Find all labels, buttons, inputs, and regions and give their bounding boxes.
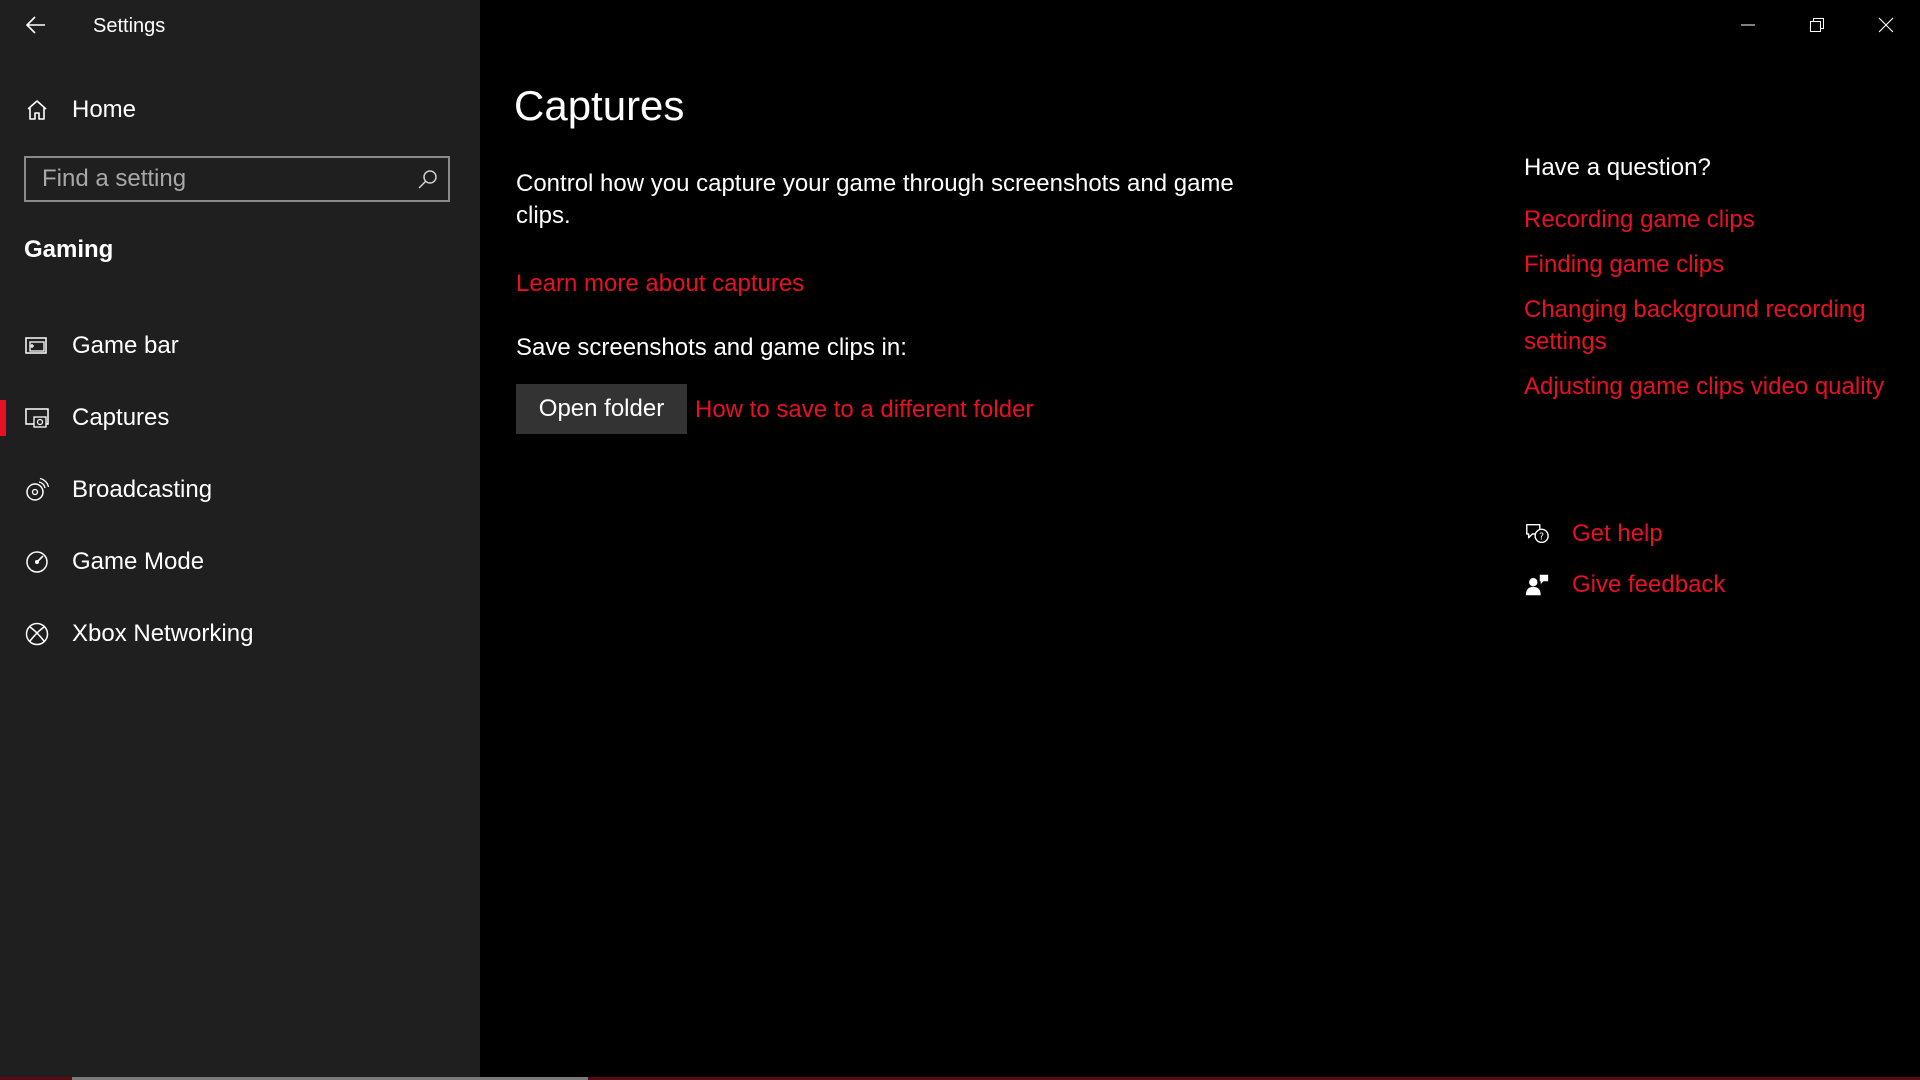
home-icon (24, 97, 50, 123)
help-link-background-recording[interactable]: Changing background recording settings (1524, 294, 1904, 358)
nav-list: Game bar Captures Broadcasting Game Mode… (0, 310, 480, 670)
captures-icon (24, 405, 50, 431)
sidebar-item-label: Broadcasting (72, 476, 213, 503)
save-location-label: Save screenshots and game clips in: (516, 334, 907, 361)
help-heading: Have a question? (1524, 154, 1711, 181)
help-link-recording[interactable]: Recording game clips (1524, 204, 1904, 236)
svg-text:?: ? (1539, 532, 1544, 543)
sidebar-item-home[interactable]: Home (24, 90, 136, 130)
help-panel: Have a question? Recording game clips Fi… (1524, 154, 1904, 416)
help-actions: ? Get help Give feedback (1524, 514, 1725, 616)
sidebar-item-game-mode[interactable]: Game Mode (0, 526, 480, 598)
learn-more-link[interactable]: Learn more about captures (516, 270, 804, 298)
game-bar-icon (24, 333, 50, 359)
open-folder-button[interactable]: Open folder (516, 384, 687, 434)
sidebar-item-xbox-networking[interactable]: Xbox Networking (0, 598, 480, 670)
give-feedback-label: Give feedback (1572, 571, 1726, 598)
help-link-video-quality[interactable]: Adjusting game clips video quality (1524, 371, 1904, 403)
sidebar-item-broadcasting[interactable]: Broadcasting (0, 454, 480, 526)
sidebar-item-label: Game Mode (72, 548, 205, 575)
sidebar-item-label: Game bar (72, 332, 179, 359)
game-mode-icon (24, 549, 50, 575)
search-box[interactable] (24, 156, 450, 202)
sidebar-item-game-bar[interactable]: Game bar (0, 310, 480, 382)
app-title: Settings (93, 15, 166, 37)
sidebar-item-captures[interactable]: Captures (0, 382, 480, 454)
give-feedback-icon (1524, 572, 1550, 598)
help-link-finding[interactable]: Finding game clips (1524, 249, 1904, 281)
page-description: Control how you capture your game throug… (516, 170, 1234, 229)
section-title: Gaming (24, 236, 114, 263)
search-input[interactable] (26, 164, 408, 194)
broadcasting-icon (24, 477, 50, 503)
sidebar-item-label: Xbox Networking (72, 620, 254, 647)
different-folder-link[interactable]: How to save to a different folder (695, 396, 1033, 424)
page-title: Captures (514, 82, 685, 129)
get-help-label: Get help (1572, 520, 1663, 547)
get-help-icon: ? (1524, 521, 1550, 547)
back-button[interactable] (18, 10, 54, 40)
give-feedback-link[interactable]: Give feedback (1524, 565, 1725, 605)
home-label: Home (72, 96, 137, 123)
xbox-icon (24, 621, 50, 647)
get-help-link[interactable]: ? Get help (1524, 514, 1725, 554)
sidebar-item-label: Captures (72, 404, 170, 431)
sidebar: Settings Home Gaming (0, 0, 480, 1080)
search-icon[interactable] (408, 159, 448, 199)
back-arrow-icon (26, 16, 45, 34)
settings-window: Settings Home Gaming (0, 0, 1920, 1080)
